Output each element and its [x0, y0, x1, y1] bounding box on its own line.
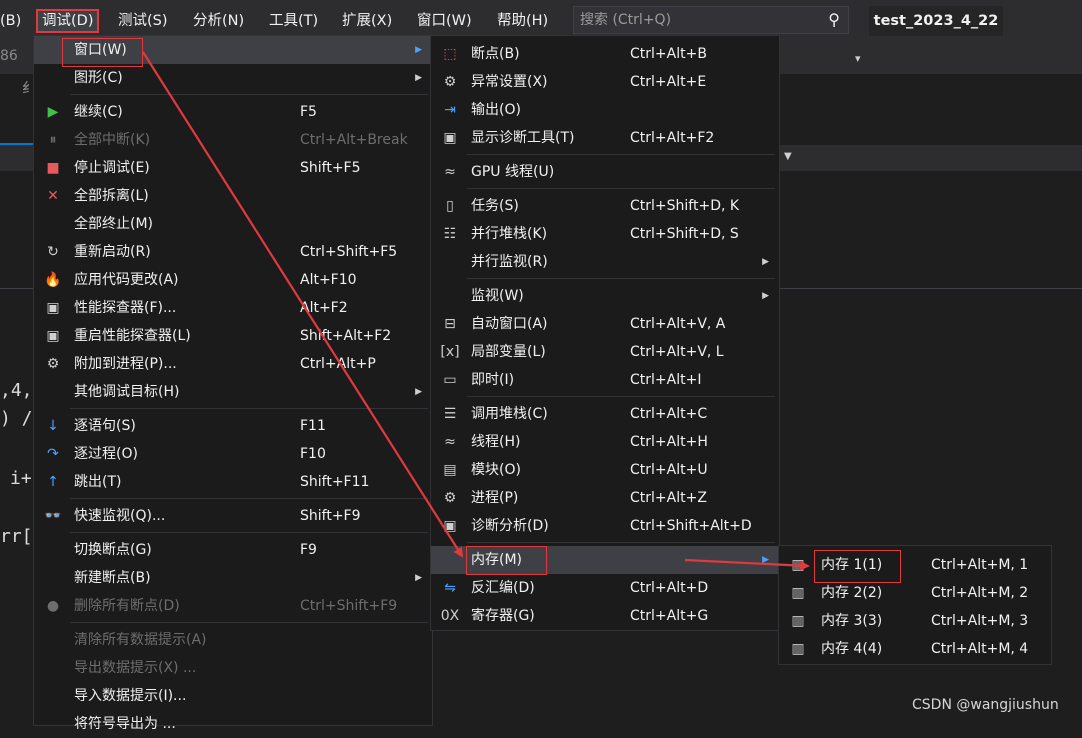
arrow-to-memory: [142, 51, 464, 558]
watermark: CSDN @wangjiushun: [912, 697, 1059, 713]
annotation-arrows: [142, 51, 810, 571]
arrow-to-memory1: [684, 558, 810, 571]
